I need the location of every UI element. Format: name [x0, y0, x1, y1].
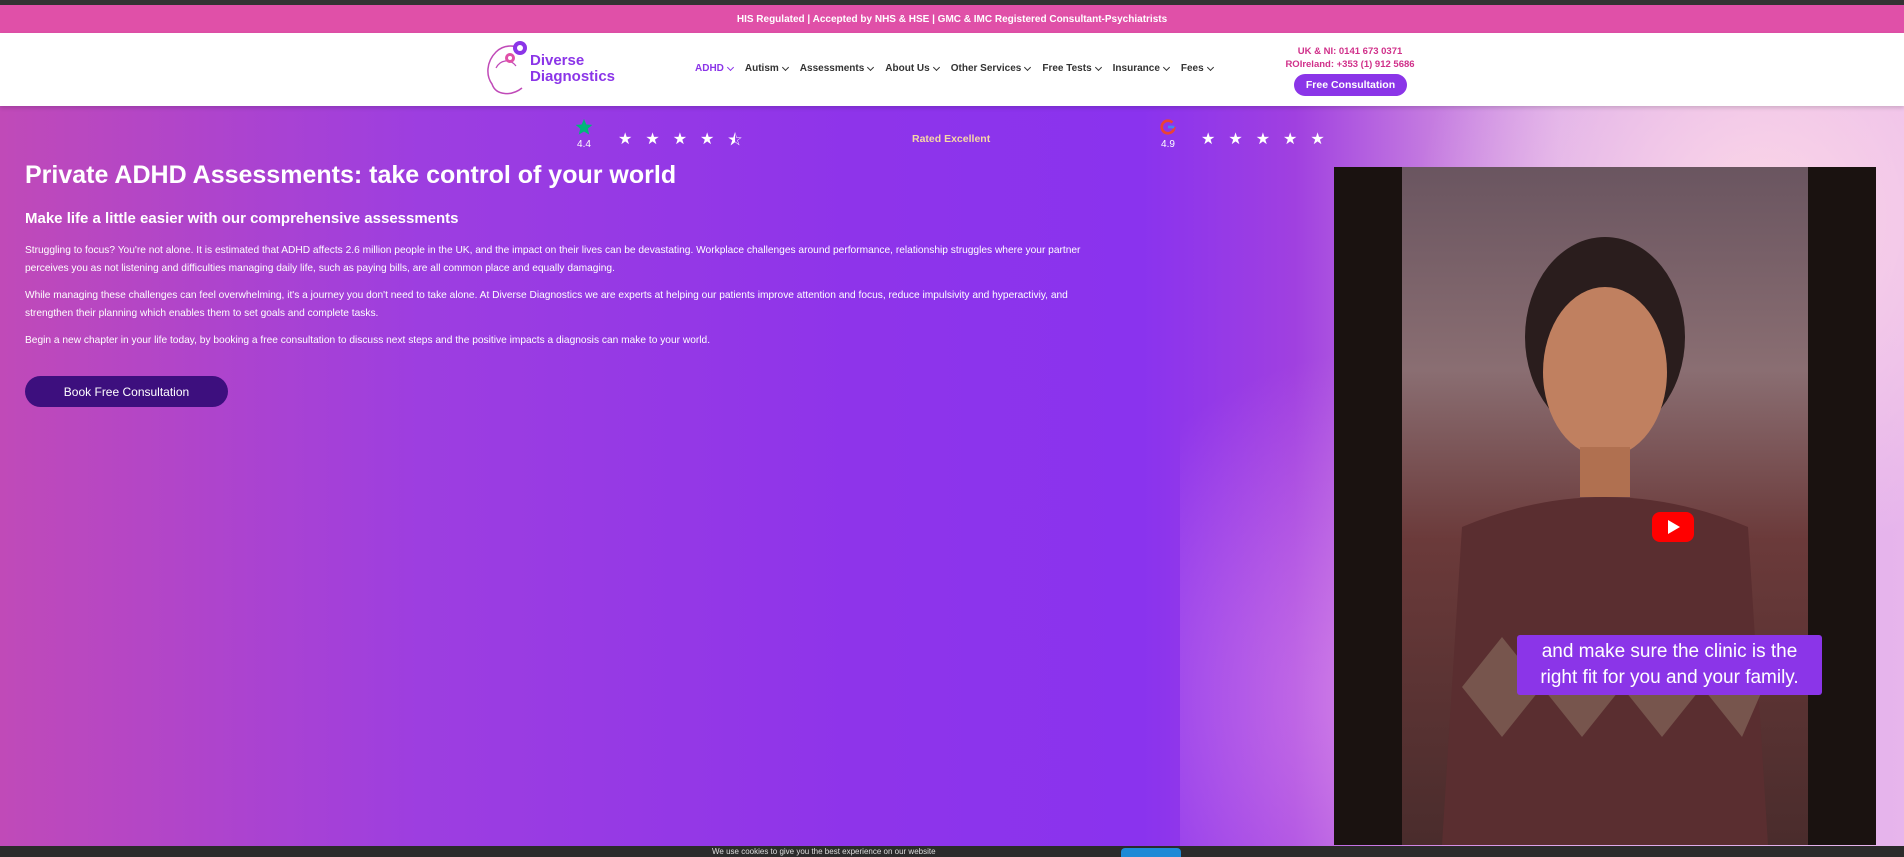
star-icon: ★ [1228, 131, 1243, 148]
star-icon: ★ [700, 131, 715, 148]
logo-line1: Diverse [530, 52, 585, 69]
nav-assessments[interactable]: Assessments [799, 63, 875, 74]
google-rating[interactable]: 4.9 [1158, 118, 1178, 150]
video-player[interactable]: and make sure the clinic is the right fi… [1334, 167, 1876, 845]
nav-label: Fees [1180, 63, 1204, 74]
trustpilot-star-icon [575, 118, 593, 135]
star-icon: ★ [1283, 131, 1298, 148]
chevron-down-icon [1206, 63, 1214, 71]
star-icon: ★ [1310, 131, 1325, 148]
nav-insurance[interactable]: Insurance [1112, 63, 1170, 74]
nav-about-us[interactable]: About Us [885, 63, 940, 74]
trustpilot-rating[interactable]: 4.4 [574, 118, 594, 150]
hero-content: Private ADHD Assessments: take control o… [25, 161, 1135, 359]
cookie-accept-button[interactable] [1121, 848, 1181, 857]
star-icon: ★ [618, 131, 633, 148]
nav-other-services[interactable]: Other Services [950, 63, 1032, 74]
google-score: 4.9 [1161, 139, 1175, 150]
rated-excellent-text: Rated Excellent [912, 133, 991, 145]
video-frame: and make sure the clinic is the right fi… [1402, 167, 1822, 845]
free-consultation-button[interactable]: Free Consultation [1294, 74, 1407, 96]
nav-label: Insurance [1112, 63, 1160, 74]
star-icon: ★ [1255, 131, 1271, 148]
star-icon: ★ [672, 131, 688, 148]
chevron-down-icon [1094, 63, 1102, 71]
trustpilot-score: 4.4 [577, 139, 591, 150]
uk-phone-link[interactable]: UK & NI: 0141 673 0371 [1280, 45, 1420, 58]
support-paragraph: While managing these challenges can feel… [25, 290, 1068, 319]
site-header: Diverse Diagnostics ADHD Autism Assessme… [0, 33, 1904, 106]
nav-label: Assessments [799, 63, 865, 74]
nav-label: Autism [744, 63, 779, 74]
nav-adhd[interactable]: ADHD [695, 63, 734, 74]
nav-label: ADHD [695, 63, 724, 74]
google-g-icon [1160, 119, 1176, 135]
main-nav: ADHD Autism Assessments About Us Other S… [695, 63, 1214, 74]
announcement-bar: HIS Regulated | Accepted by NHS & HSE | … [0, 5, 1904, 33]
presenter-silhouette [1442, 237, 1768, 845]
cookie-text: We use cookies to give you the best expe… [712, 847, 936, 856]
logo-line2: Diagnostics [530, 68, 616, 85]
google-stars: ★ ★ ★ ★ ★ [1201, 129, 1325, 149]
play-button-icon[interactable] [1652, 512, 1694, 542]
cookie-banner: We use cookies to give you the best expe… [0, 846, 1904, 857]
ratings-bar: 4.4 ★ ★ ★ ★ ⯪ Rated Excellent 4.9 ★ ★ ★ ★ ★ [0, 118, 1904, 154]
nav-label: Free Tests [1042, 63, 1092, 74]
intro-paragraph: Struggling to focus? You're not alone. I… [25, 245, 1081, 274]
page-title: Private ADHD Assessments: take control o… [25, 161, 677, 189]
nav-free-tests[interactable]: Free Tests [1042, 63, 1102, 74]
roi-phone-link[interactable]: ROIreland: +353 (1) 912 5686 [1280, 58, 1420, 71]
chevron-down-icon [932, 63, 940, 71]
book-free-consultation-button[interactable]: Book Free Consultation [25, 376, 228, 407]
chevron-down-icon [781, 63, 789, 71]
chevron-down-icon [1162, 63, 1170, 71]
contact-numbers: UK & NI: 0141 673 0371 ROIreland: +353 (… [1280, 45, 1420, 71]
video-caption: and make sure the clinic is the right fi… [1517, 635, 1822, 695]
chevron-down-icon [1024, 63, 1032, 71]
announcement-text: HIS Regulated | Accepted by NHS & HSE | … [736, 13, 1168, 25]
star-icon: ★ [645, 131, 660, 148]
site-logo[interactable]: Diverse Diagnostics [482, 38, 622, 100]
nav-fees[interactable]: Fees [1180, 63, 1214, 74]
half-star-icon: ⯪ [727, 132, 743, 149]
nav-label: Other Services [950, 63, 1022, 74]
star-icon: ★ [1201, 131, 1216, 148]
cta-paragraph: Begin a new chapter in your life today, … [25, 335, 711, 346]
nav-autism[interactable]: Autism [744, 63, 789, 74]
nav-label: About Us [885, 63, 930, 74]
chevron-down-icon [867, 63, 875, 71]
chevron-down-icon [726, 63, 734, 71]
page-subtitle: Make life a little easier with our compr… [25, 210, 459, 227]
trustpilot-stars: ★ ★ ★ ★ ⯪ [618, 129, 743, 156]
